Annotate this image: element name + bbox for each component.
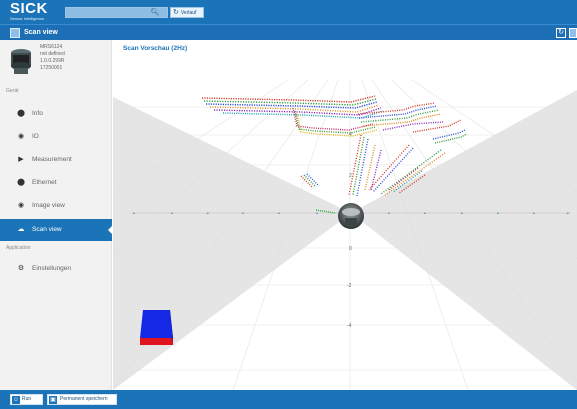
- top-bar: SICK Sensor Intelligence. 🔍︎ ↻ Verlauf: [0, 0, 577, 24]
- sidebar-item-label: Ethernet: [32, 179, 57, 186]
- scan-view-panel: • • • • • • • • • • • • 4 2 0 -2 -4 Scan…: [113, 40, 577, 390]
- play-icon: ▶: [18, 156, 24, 163]
- svg-text:•: •: [171, 211, 173, 217]
- io-icon: ◉: [17, 133, 25, 140]
- orientation-cube[interactable]: [140, 310, 173, 345]
- save-permanent-button[interactable]: ▣ Permanent speichern: [47, 394, 117, 405]
- sensor-model: [338, 203, 364, 229]
- logo-name: SICK: [10, 0, 48, 17]
- left-dead-zone: [113, 97, 351, 390]
- device-firmware: 1.0.0.299R: [40, 58, 65, 64]
- run-label: Run: [22, 396, 32, 402]
- page-title: Scan view: [24, 29, 58, 36]
- gears-icon: ⚙: [17, 265, 25, 272]
- scan-view-page-icon: [10, 28, 20, 38]
- sidebar-item-label: Image view: [32, 202, 65, 209]
- axis-label: 2: [349, 173, 352, 179]
- footer-bar: ☺ Run ▣ Permanent speichern: [0, 390, 577, 409]
- device-summary: MRS6124 not defined 1.0.0.299R 17250001: [0, 40, 112, 86]
- y-axis-labels: 4 2 0 -2 -4: [347, 132, 352, 329]
- svg-text:•: •: [461, 211, 463, 217]
- sidebar-item-scan-view[interactable]: ☁ Scan view: [0, 219, 113, 241]
- scan-preview-title: Scan Vorschau (2Hz): [123, 45, 188, 52]
- logo-tagline: Sensor Intelligence.: [10, 16, 46, 21]
- sidebar-item-label: Scan view: [32, 226, 62, 233]
- sidebar-item-label: Einstellungen: [32, 265, 72, 272]
- save-icon: ▣: [49, 396, 57, 404]
- ethernet-icon: ⬤: [17, 179, 25, 186]
- sidebar-item-label: IO: [32, 133, 39, 140]
- svg-text:•: •: [533, 211, 535, 217]
- sidebar-item-measurement[interactable]: ▶ Measurement: [0, 149, 112, 171]
- refresh-icon[interactable]: ↻: [556, 28, 566, 38]
- axis-label: -2: [347, 283, 352, 289]
- sidebar-item-einstellungen[interactable]: ⚙ Einstellungen: [0, 258, 112, 280]
- section-label-device: Gerät: [6, 88, 19, 94]
- svg-text:•: •: [567, 211, 569, 217]
- device-location: not defined: [40, 51, 65, 57]
- history-icon: ↻: [173, 9, 179, 16]
- sidebar-item-label: Info: [32, 110, 43, 117]
- sidebar: MRS6124 not defined 1.0.0.299R 17250001 …: [0, 40, 113, 390]
- info-icon: ⬤: [17, 110, 25, 117]
- axis-label: -4: [347, 323, 352, 329]
- svg-text:•: •: [133, 211, 135, 217]
- svg-text:•: •: [424, 211, 426, 217]
- sidebar-item-ethernet[interactable]: ⬤ Ethernet: [0, 172, 112, 194]
- scan-3d-view[interactable]: • • • • • • • • • • • • 4 2 0 -2 -4: [113, 40, 577, 390]
- search-icon[interactable]: 🔍︎: [150, 8, 160, 17]
- svg-text:•: •: [242, 211, 244, 217]
- user-icon: ☺: [12, 396, 20, 404]
- device-model: MRS6124: [40, 44, 63, 50]
- sidebar-item-io[interactable]: ◉ IO: [0, 126, 112, 148]
- device-image: [11, 49, 31, 74]
- section-label-application: Application: [6, 245, 31, 251]
- history-button[interactable]: ↻ Verlauf: [170, 7, 204, 18]
- save-label: Permanent speichern: [60, 396, 108, 402]
- toolbar-extra-button[interactable]: [569, 28, 577, 38]
- svg-text:•: •: [388, 211, 390, 217]
- device-serial: 17250001: [40, 65, 63, 71]
- sidebar-item-label: Measurement: [32, 156, 72, 163]
- svg-text:•: •: [316, 211, 318, 217]
- svg-text:•: •: [278, 211, 280, 217]
- svg-text:•: •: [207, 211, 209, 217]
- sick-logo: SICK Sensor Intelligence.: [10, 0, 48, 21]
- sidebar-item-image-view[interactable]: ◉ Image view: [0, 195, 112, 217]
- history-label: Verlauf: [180, 10, 197, 16]
- page-bar: Scan view ↻: [0, 24, 577, 40]
- svg-text:•: •: [497, 211, 499, 217]
- sidebar-item-info[interactable]: ⬤ Info: [0, 103, 112, 125]
- device-info: MRS6124 not defined 1.0.0.299R 17250001: [40, 44, 65, 72]
- run-button[interactable]: ☺ Run: [10, 394, 43, 405]
- axis-label: 0: [349, 246, 352, 252]
- eye-icon: ◉: [17, 202, 25, 209]
- cloud-icon: ☁: [17, 226, 25, 233]
